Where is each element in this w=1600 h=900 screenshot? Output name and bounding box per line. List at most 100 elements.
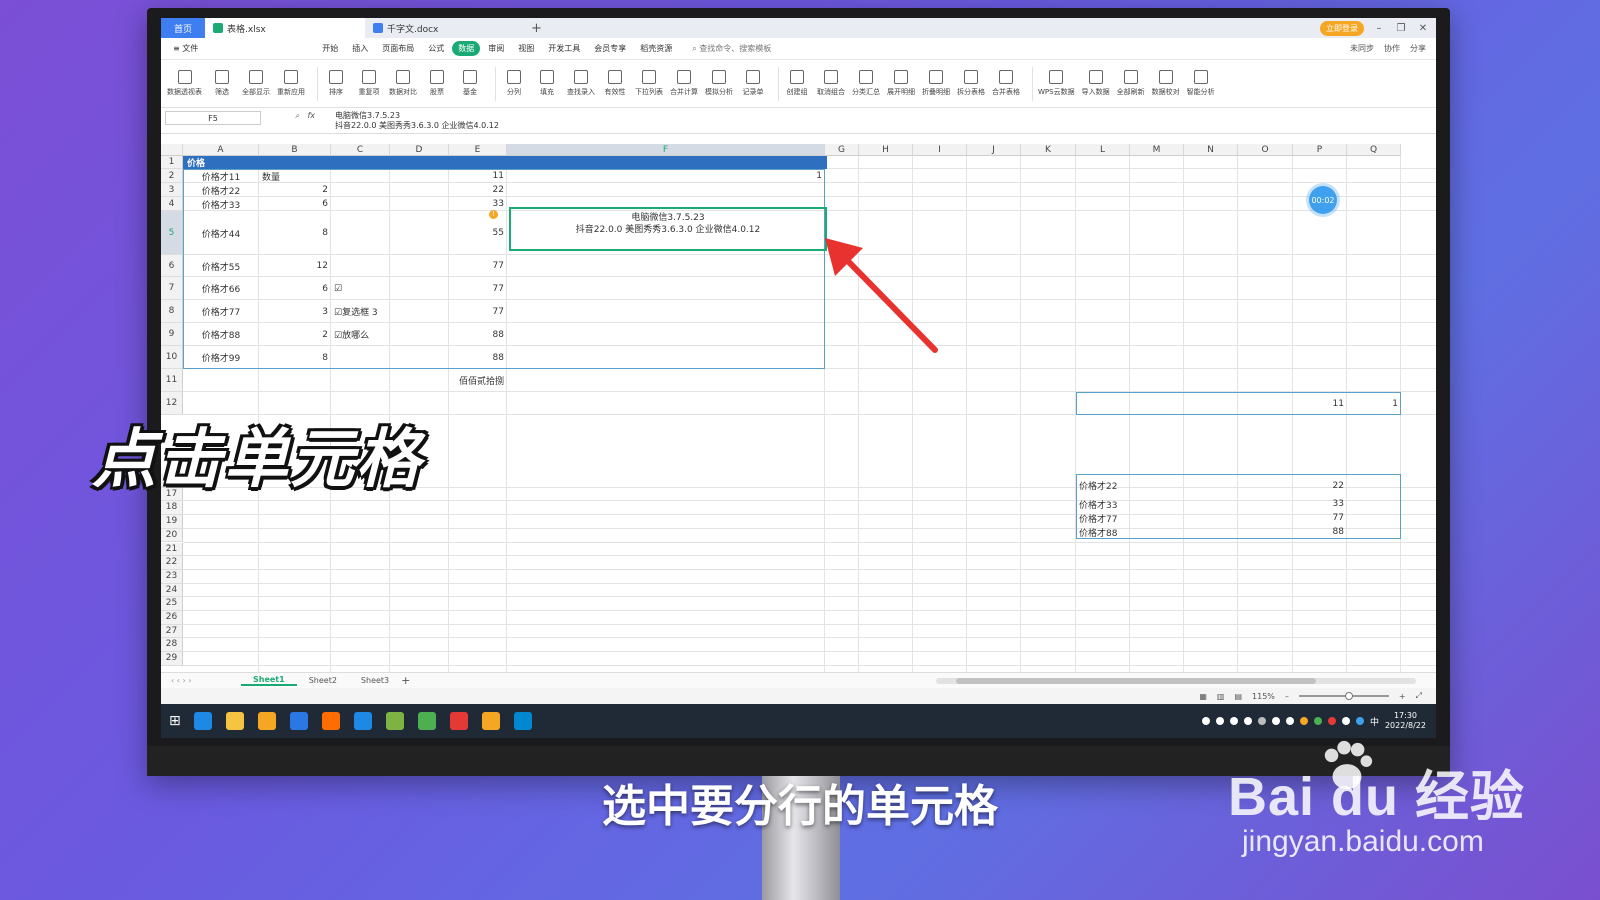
view-layout-icon[interactable]: ▤ — [1234, 692, 1242, 701]
ribbon-button[interactable]: 记录单 — [740, 70, 766, 97]
ribbon-button[interactable]: 排序 — [323, 70, 349, 97]
ribbon-button[interactable]: 导入数据 — [1082, 70, 1110, 97]
cell-b5[interactable]: 8 — [259, 211, 331, 255]
row-header[interactable]: 24 — [161, 583, 183, 598]
taskbar-app-icon[interactable] — [353, 712, 372, 730]
taskbar-app-icon[interactable] — [513, 712, 532, 730]
cell-a5[interactable]: 价格才44 — [183, 211, 259, 255]
row-header[interactable]: 21 — [161, 542, 183, 557]
tray-icon[interactable] — [1285, 717, 1294, 725]
input-method[interactable]: 中 — [1370, 715, 1379, 728]
menu-review[interactable]: 审阅 — [482, 41, 510, 56]
horizontal-scrollbar[interactable] — [936, 677, 1416, 684]
tray-icon[interactable] — [1201, 717, 1210, 725]
row-header[interactable]: 19 — [161, 515, 183, 529]
row-header[interactable]: 4 — [161, 197, 183, 211]
cell-q12[interactable]: 1 — [1347, 392, 1401, 415]
close-icon[interactable]: ✕ — [1416, 23, 1430, 34]
view-page-icon[interactable]: ▥ — [1217, 692, 1225, 701]
fullscreen-icon[interactable]: ⤢ — [1416, 691, 1422, 701]
cell-b10[interactable]: 8 — [259, 346, 331, 369]
ribbon-button[interactable]: 折叠明细 — [922, 70, 950, 97]
cell-e4[interactable]: 33 — [449, 197, 507, 211]
row-header[interactable]: 9 — [161, 323, 183, 346]
column-header[interactable]: K — [1021, 144, 1076, 156]
zoom-slider[interactable] — [1298, 692, 1389, 700]
cell-e8[interactable]: 77 — [449, 300, 507, 323]
share-button[interactable]: 分享 — [1410, 43, 1426, 54]
cell-e11[interactable]: 佰佰贰拾捌 — [449, 369, 507, 392]
row-header[interactable]: 27 — [161, 624, 183, 639]
cell-f2[interactable]: 1 — [507, 169, 825, 183]
row-header[interactable]: 11 — [161, 369, 183, 392]
sheet-nav-icons[interactable]: ‹ ‹ › › — [161, 676, 241, 685]
cell-c9[interactable]: ☑放哪么 — [331, 323, 390, 346]
taskbar-app-icon[interactable] — [257, 712, 276, 730]
menu-formula[interactable]: 公式 — [422, 41, 450, 56]
tab-document[interactable]: 千字文.docx — [365, 18, 525, 38]
tab-home[interactable]: 首页 — [161, 18, 205, 38]
row-header[interactable]: 26 — [161, 611, 183, 625]
collaborate-button[interactable]: 协作 — [1384, 43, 1400, 54]
tray-icon[interactable] — [1355, 717, 1364, 725]
ribbon-button[interactable]: 填充 — [534, 70, 560, 97]
add-sheet-icon[interactable]: + — [401, 674, 410, 687]
cell-b4[interactable]: 6 — [259, 197, 331, 211]
cell-a9[interactable]: 价格才88 — [183, 323, 259, 346]
row-header[interactable]: 28 — [161, 638, 183, 653]
ribbon-button[interactable]: 合并表格 — [992, 70, 1020, 97]
row-header[interactable]: 5 — [161, 211, 183, 255]
warning-icon[interactable]: ! — [489, 210, 498, 219]
taskbar-app-icon[interactable] — [417, 712, 436, 730]
ribbon-button[interactable]: 创建组 — [784, 70, 810, 97]
tray-icon[interactable] — [1327, 717, 1336, 725]
tray-icon[interactable] — [1313, 717, 1322, 725]
ribbon-button[interactable]: 分类汇总 — [852, 70, 880, 97]
ribbon-button[interactable]: 分列 — [501, 70, 527, 97]
column-header[interactable]: N — [1184, 144, 1238, 156]
menu-page-layout[interactable]: 页面布局 — [376, 41, 420, 56]
row-header[interactable]: 6 — [161, 255, 183, 277]
selected-cell-f5[interactable]: 电脑微信3.7.5.23 抖音22.0.0 美图秀秀3.6.3.0 企业微信4.… — [509, 207, 827, 251]
menu-view[interactable]: 视图 — [512, 41, 540, 56]
cell-a7[interactable]: 价格才66 — [183, 277, 259, 300]
ribbon-button[interactable]: 拆分表格 — [957, 70, 985, 97]
taskbar-app-icon[interactable] — [225, 712, 244, 730]
tray-icon[interactable] — [1229, 717, 1238, 725]
select-all-corner[interactable] — [161, 144, 183, 156]
ribbon-button[interactable]: 合并计算 — [670, 70, 698, 97]
column-header[interactable]: O — [1238, 144, 1293, 156]
cell-a3[interactable]: 价格才22 — [183, 183, 259, 197]
menu-data[interactable]: 数据 — [452, 41, 481, 56]
ribbon-button[interactable]: 筛选 — [209, 70, 235, 97]
minimize-icon[interactable]: – — [1372, 23, 1386, 34]
sheet-tab-3[interactable]: Sheet3 — [349, 676, 401, 685]
column-header[interactable]: B — [259, 144, 331, 156]
tray-icon[interactable] — [1243, 717, 1252, 725]
column-header[interactable]: D — [390, 144, 449, 156]
menu-file[interactable]: ≡ 文件 — [167, 41, 204, 56]
row-header[interactable]: 18 — [161, 501, 183, 516]
ribbon-button[interactable]: 基金 — [457, 70, 483, 97]
cell-a4[interactable]: 价格才33 — [183, 197, 259, 211]
new-tab-icon[interactable]: + — [531, 21, 542, 36]
header-band[interactable]: 价格 — [183, 156, 827, 169]
side-table-label[interactable]: 价格才88 — [1076, 525, 1184, 539]
cell-e9[interactable]: 88 — [449, 323, 507, 346]
row-header[interactable]: 20 — [161, 528, 183, 543]
cell-e2[interactable]: 11 — [449, 169, 507, 183]
taskbar-app-icon[interactable] — [193, 712, 212, 730]
cell-e6[interactable]: 77 — [449, 255, 507, 277]
sheet-tab-2[interactable]: Sheet2 — [297, 676, 349, 685]
taskbar-app-icon[interactable] — [385, 712, 404, 730]
cell-a10[interactable]: 价格才99 — [183, 346, 259, 369]
ribbon-button[interactable]: 智能分析 — [1187, 70, 1215, 97]
ribbon-button[interactable]: 数据透视表 — [167, 70, 202, 97]
taskbar-app-icon[interactable] — [449, 712, 468, 730]
row-header[interactable]: 22 — [161, 556, 183, 570]
menu-insert[interactable]: 插入 — [346, 41, 374, 56]
scrollbar-thumb[interactable] — [956, 677, 1316, 684]
name-box[interactable]: F5 — [165, 111, 261, 125]
login-button[interactable]: 立即登录 — [1320, 20, 1364, 36]
column-header[interactable]: I — [913, 144, 967, 156]
